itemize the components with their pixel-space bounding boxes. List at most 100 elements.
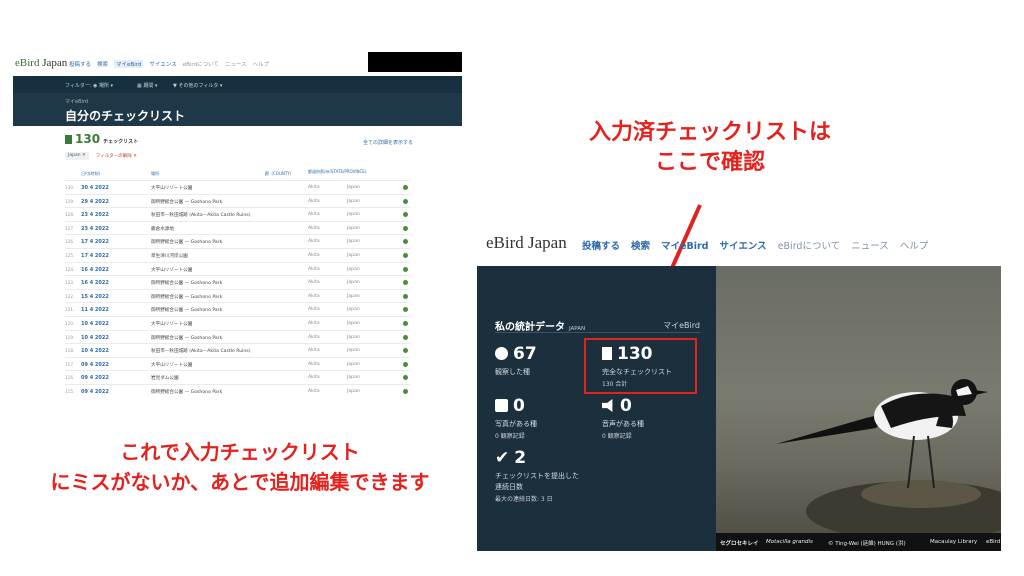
row-date-link[interactable]: 11 4 2022 xyxy=(81,307,109,313)
checklist-count: 130 チェックリスト xyxy=(65,132,138,146)
row-location[interactable]: 岩見ダム公園 xyxy=(151,375,179,381)
row-date-link[interactable]: 17 4 2022 xyxy=(81,239,109,245)
table-row[interactable]: 128. 23 4 2022 秋田市—秋田城跡 (Akita—Akita Castl… xyxy=(65,207,410,221)
row-location[interactable]: 大平山リゾート公園 xyxy=(151,267,192,273)
clear-filters-button[interactable]: フィルターの解除 ✕ xyxy=(92,152,140,160)
filter-tag-japan[interactable]: Japan ✕ xyxy=(65,152,89,160)
filter-other[interactable]: ▼ その他のフィルタ ▾ xyxy=(173,82,222,89)
divider xyxy=(495,332,700,333)
nav-news[interactable]: ニュース xyxy=(851,238,889,252)
left-ebird-logo[interactable]: eBird Japan xyxy=(15,57,67,69)
table-row[interactable]: 129. 29 4 2022 御所野総合公園 — Goshono Park Akita… xyxy=(65,193,410,208)
table-row[interactable]: 130. 30 4 2022 大平山リゾート公園 Akita Japan xyxy=(65,180,410,194)
nav-science[interactable]: サイエンス xyxy=(719,238,766,252)
status-icon xyxy=(403,212,408,218)
wagtail-illustration xyxy=(776,379,1001,541)
table-row[interactable]: 120. 10 4 2022 大平山リゾート公園 Akita Japan xyxy=(65,315,410,330)
stat-species[interactable]: 67 観察した種 xyxy=(495,344,537,377)
row-date-link[interactable]: 16 4 2022 xyxy=(81,280,109,286)
filter-date[interactable]: ▦ 期間 ▾ xyxy=(137,82,157,89)
table-row[interactable]: 123. 16 4 2022 御所野総合公園 — Goshono Park Akita… xyxy=(65,275,410,289)
nav-my-ebird[interactable]: マイeBird xyxy=(661,238,708,252)
row-county: Akita xyxy=(308,266,320,272)
table-row[interactable]: 124. 16 4 2022 大平山リゾート公園 Akita Japan xyxy=(65,261,410,276)
row-county: Akita xyxy=(308,293,320,299)
table-row[interactable]: 121. 11 4 2022 御所野総合公園 — Goshono Park Akita… xyxy=(65,302,410,316)
row-location[interactable]: 大平山リゾート公園 xyxy=(151,321,192,327)
header-location[interactable]: 場所 xyxy=(151,171,159,177)
row-state: Japan xyxy=(347,212,360,218)
nav-submit[interactable]: 投稿する xyxy=(582,238,620,252)
row-location[interactable]: 秋田市—秋田城跡 (Akita—Akita Castle Ruins) xyxy=(151,348,251,354)
row-location[interactable]: 大平山リゾート公園 xyxy=(151,362,192,368)
row-location[interactable]: 御所野総合公園 — Goshono Park xyxy=(151,335,222,341)
nav-science[interactable]: サイエンス xyxy=(149,60,176,68)
filter-location[interactable]: ◉ 場所 ▾ xyxy=(93,82,113,89)
row-state: Japan xyxy=(347,239,360,245)
row-state: Japan xyxy=(347,185,360,190)
nav-news[interactable]: ニュース xyxy=(225,60,247,68)
row-date-link[interactable]: 10 4 2022 xyxy=(81,321,109,327)
nav-explore[interactable]: 検索 xyxy=(97,60,108,68)
row-number: 129. xyxy=(65,198,75,204)
nav-explore[interactable]: 検索 xyxy=(631,238,650,252)
row-date-link[interactable]: 09 4 2022 xyxy=(81,389,109,395)
table-row[interactable]: 119. 10 4 2022 御所野総合公園 — Goshono Park Akita… xyxy=(65,329,410,344)
table-row[interactable]: 125. 17 4 2022 草生津川河岸公園 Akita Japan xyxy=(65,247,410,262)
checkmark-icon: ✔ xyxy=(495,448,510,468)
stat-audio[interactable]: 0 音声がある種 0 観察記録 xyxy=(602,396,644,440)
row-date-link[interactable]: 23 4 2022 xyxy=(81,212,109,218)
header-date[interactable]: 日付(時刻) xyxy=(81,171,100,177)
page-hero: マイeBird 自分のチェックリスト xyxy=(13,93,462,126)
table-row[interactable]: 122. 15 4 2022 御所野総合公園 — Goshono Park Akita… xyxy=(65,288,410,303)
row-location[interactable]: 草生津川河岸公園 xyxy=(151,253,188,259)
nav-submit[interactable]: 投稿する xyxy=(69,60,91,68)
row-location[interactable]: 大平山リゾート公園 xyxy=(151,185,192,191)
header-county[interactable]: 郡（COUNTY） xyxy=(265,171,294,177)
row-date-link[interactable]: 30 4 2022 xyxy=(81,185,109,191)
row-location[interactable]: 御所野総合公園 — Goshono Park xyxy=(151,239,222,245)
table-row[interactable]: 115. 09 4 2022 御所野総合公園 — Goshono Park Akita… xyxy=(65,383,410,398)
row-number: 117. xyxy=(65,361,75,367)
row-date-link[interactable]: 09 4 2022 xyxy=(81,375,109,381)
status-icon xyxy=(403,388,408,394)
nav-help[interactable]: ヘルプ xyxy=(900,238,929,252)
row-date-link[interactable]: 23 4 2022 xyxy=(81,226,109,232)
row-date-link[interactable]: 09 4 2022 xyxy=(81,362,109,368)
row-location[interactable]: 御所野総合公園 — Goshono Park xyxy=(151,280,222,286)
nav-about[interactable]: eBirdについて xyxy=(778,238,841,252)
annotation-checklist-confirm: 入力済チェックリストは ここで確認 xyxy=(588,120,831,175)
row-location[interactable]: 秋田市—秋田城跡 (Akita—Akita Castle Ruins) xyxy=(151,212,251,218)
row-location[interactable]: 御所野総合公園 — Goshono Park xyxy=(151,307,222,313)
table-row[interactable]: 118. 10 4 2022 秋田市—秋田城跡 (Akita—Akita Castl… xyxy=(65,343,410,357)
row-location[interactable]: 藤倉水源地 xyxy=(151,226,174,232)
row-date-link[interactable]: 10 4 2022 xyxy=(81,348,109,354)
filter-label: フィルター: xyxy=(65,83,92,89)
row-number: 122. xyxy=(65,293,75,299)
nav-my-ebird[interactable]: マイeBird xyxy=(114,60,144,68)
row-date-link[interactable]: 17 4 2022 xyxy=(81,253,109,259)
row-location[interactable]: 御所野総合公園 — Goshono Park xyxy=(151,389,222,395)
header-state[interactable]: 都道府県/州(STATE/PROVINCE) xyxy=(308,169,368,174)
breadcrumb[interactable]: マイeBird xyxy=(65,98,88,105)
table-row[interactable]: 117. 09 4 2022 大平山リゾート公園 Akita Japan xyxy=(65,356,410,371)
row-date-link[interactable]: 15 4 2022 xyxy=(81,294,109,300)
table-row[interactable]: 127. 23 4 2022 藤倉水源地 Akita Japan xyxy=(65,220,410,235)
right-ebird-logo[interactable]: eBird Japan xyxy=(486,233,567,253)
nav-about[interactable]: eBirdについて xyxy=(183,60,219,68)
row-date-link[interactable]: 16 4 2022 xyxy=(81,267,109,273)
table-row[interactable]: 126. 17 4 2022 御所野総合公園 — Goshono Park Akita… xyxy=(65,234,410,248)
row-date-link[interactable]: 10 4 2022 xyxy=(81,335,109,341)
table-row[interactable]: 116. 09 4 2022 岩見ダム公園 Akita Japan xyxy=(65,370,410,384)
checklist-icon xyxy=(65,135,72,144)
close-icon[interactable]: ✕ xyxy=(82,153,86,158)
row-date-link[interactable]: 29 4 2022 xyxy=(81,199,109,205)
show-all-details-link[interactable]: 全ての詳細を表示する xyxy=(363,139,413,146)
row-location[interactable]: 御所野総合公園 — Goshono Park xyxy=(151,294,222,300)
row-number: 123. xyxy=(65,280,75,286)
stat-streak[interactable]: ✔ 2 チェックリストを提出した 連続日数 最大の連続日数: 3 日 xyxy=(495,448,579,503)
row-location[interactable]: 御所野総合公園 — Goshono Park xyxy=(151,199,222,205)
nav-help[interactable]: ヘルプ xyxy=(253,60,270,68)
my-ebird-link[interactable]: マイeBird xyxy=(663,320,700,331)
stat-photos[interactable]: 0 写真がある種 0 観察記録 xyxy=(495,396,537,440)
